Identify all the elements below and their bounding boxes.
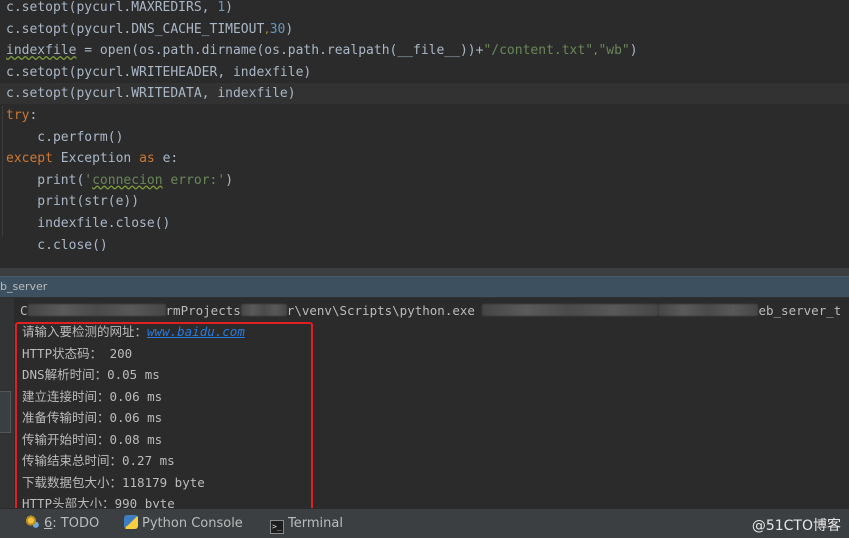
- terminal-icon: >_: [270, 520, 284, 534]
- prompt-label: 请输入要检测的网址：: [22, 324, 148, 339]
- code-token: error:': [162, 172, 226, 188]
- code-token: indexfile.close(): [6, 216, 171, 231]
- python-icon: [124, 515, 138, 529]
- url-link[interactable]: www.baidu.com: [147, 324, 245, 339]
- output-line: 准备传输时间：0.06 ms: [22, 410, 163, 425]
- code-token: ': [84, 172, 93, 188]
- terminal-tab[interactable]: >_ Terminal: [270, 515, 343, 534]
- code-token: c.setopt(pycurl.WRITEDATA, indexfile): [6, 86, 296, 102]
- fold-guide: [2, 106, 3, 236]
- code-token: ): [225, 172, 234, 188]
- code-token: 1: [217, 0, 226, 15]
- python-console-tab[interactable]: Python Console: [124, 515, 243, 533]
- todo-tab[interactable]: 6: TODO: [26, 515, 99, 533]
- scroll-handle[interactable]: [0, 391, 11, 433]
- command-suffix: eb_server_t: [758, 303, 842, 318]
- run-config-title[interactable]: b_server: [0, 280, 47, 293]
- code-token: ): [285, 21, 294, 37]
- command-part2: r\venv\Scripts\python.exe: [286, 303, 475, 318]
- output-line: 传输结束总时间：0.27 ms: [22, 453, 175, 468]
- output-line: 下载数据包大小：118179 byte: [22, 475, 205, 490]
- redacted-path: [240, 304, 287, 316]
- code-line: c.close(): [6, 235, 108, 256]
- ide-window: c.setopt(pycurl.MAXREDIRS, 1) c.setopt(py…: [0, 0, 849, 538]
- code-line: c.perform(): [6, 127, 123, 148]
- code-line: indexfile.close(): [6, 213, 170, 234]
- command-prefix: C: [20, 303, 28, 318]
- redacted-path: [482, 304, 659, 316]
- code-token: "wb": [598, 43, 630, 59]
- code-token: as: [139, 151, 163, 167]
- code-token: c.perform(): [6, 129, 124, 145]
- code-line: except Exception as e:: [6, 148, 178, 169]
- code-token: c.close(): [6, 237, 108, 253]
- watermark: @51CTO博客: [751, 518, 841, 534]
- code-token: 30: [269, 21, 286, 37]
- terminal-label: Terminal: [288, 516, 343, 531]
- code-line: c.setopt(pycurl.DNS_CACHE_TIMEOUT,30): [6, 19, 293, 40]
- code-token: e:: [162, 151, 179, 167]
- code-line: print(str(e)): [6, 191, 139, 212]
- code-line: c.setopt(pycurl.WRITEHEADER, indexfile): [6, 62, 311, 83]
- code-line: c.setopt(pycurl.WRITEDATA, indexfile): [0, 83, 849, 105]
- code-token: try: [6, 108, 30, 123]
- code-token: print(str(e)): [6, 194, 140, 210]
- code-token: connecion: [92, 172, 163, 188]
- code-token: ): [629, 43, 638, 59]
- editor-tool-separator[interactable]: [0, 268, 849, 276]
- code-line: try:: [6, 105, 37, 126]
- redacted-path: [658, 304, 759, 316]
- tool-window-bar: 6: TODO Python Console >_ Terminal @51CTO…: [0, 508, 849, 538]
- code-editor[interactable]: c.setopt(pycurl.MAXREDIRS, 1) c.setopt(py…: [0, 0, 849, 268]
- code-token: indexfile: [6, 43, 77, 59]
- code-token: print(: [6, 172, 85, 188]
- output-line: HTTP状态码： 200: [22, 346, 133, 361]
- code-token: = open(os.path.dirname(os.path.realpath(…: [76, 43, 484, 59]
- code-token: c.setopt(pycurl.MAXREDIRS,: [6, 0, 218, 15]
- code-line: print('connecion error:'): [6, 170, 233, 191]
- redacted-path: [27, 304, 166, 316]
- run-console[interactable]: CrmProjects r\venv\Scripts\python.exe eb_…: [14, 298, 849, 508]
- run-window-header[interactable]: b_server: [0, 276, 849, 298]
- code-line: indexfile = open(os.path.dirname(os.path…: [6, 40, 638, 61]
- python-console-label: Python Console: [142, 516, 243, 531]
- prompt-line: 请输入要检测的网址：www.baidu.com: [22, 322, 245, 342]
- code-line: c.setopt(pycurl.MAXREDIRS, 1): [6, 0, 233, 18]
- run-toolbar-gutter: [0, 298, 14, 508]
- code-token: "/content.txt": [483, 43, 594, 59]
- todo-label: : TODO: [52, 516, 100, 531]
- code-token: except: [6, 151, 61, 167]
- output-line: 传输开始时间：0.08 ms: [22, 432, 163, 447]
- command-line: CrmProjects r\venv\Scripts\python.exe eb_…: [20, 303, 841, 319]
- command-part1: rmProjects: [165, 303, 241, 318]
- code-token: c.setopt(pycurl.WRITEHEADER, indexfile): [6, 64, 312, 80]
- output-line: HTTP头部大小：990 byte: [22, 496, 175, 508]
- code-token: Exception: [60, 151, 140, 167]
- output-line: DNS解析时间：0.05 ms: [22, 367, 160, 382]
- code-token: :: [29, 108, 38, 123]
- code-token: c.setopt(pycurl.DNS_CACHE_TIMEOUT: [6, 21, 265, 37]
- code-token: ): [225, 0, 233, 15]
- todo-icon: [26, 515, 40, 529]
- output-line: 建立连接时间：0.06 ms: [22, 389, 163, 404]
